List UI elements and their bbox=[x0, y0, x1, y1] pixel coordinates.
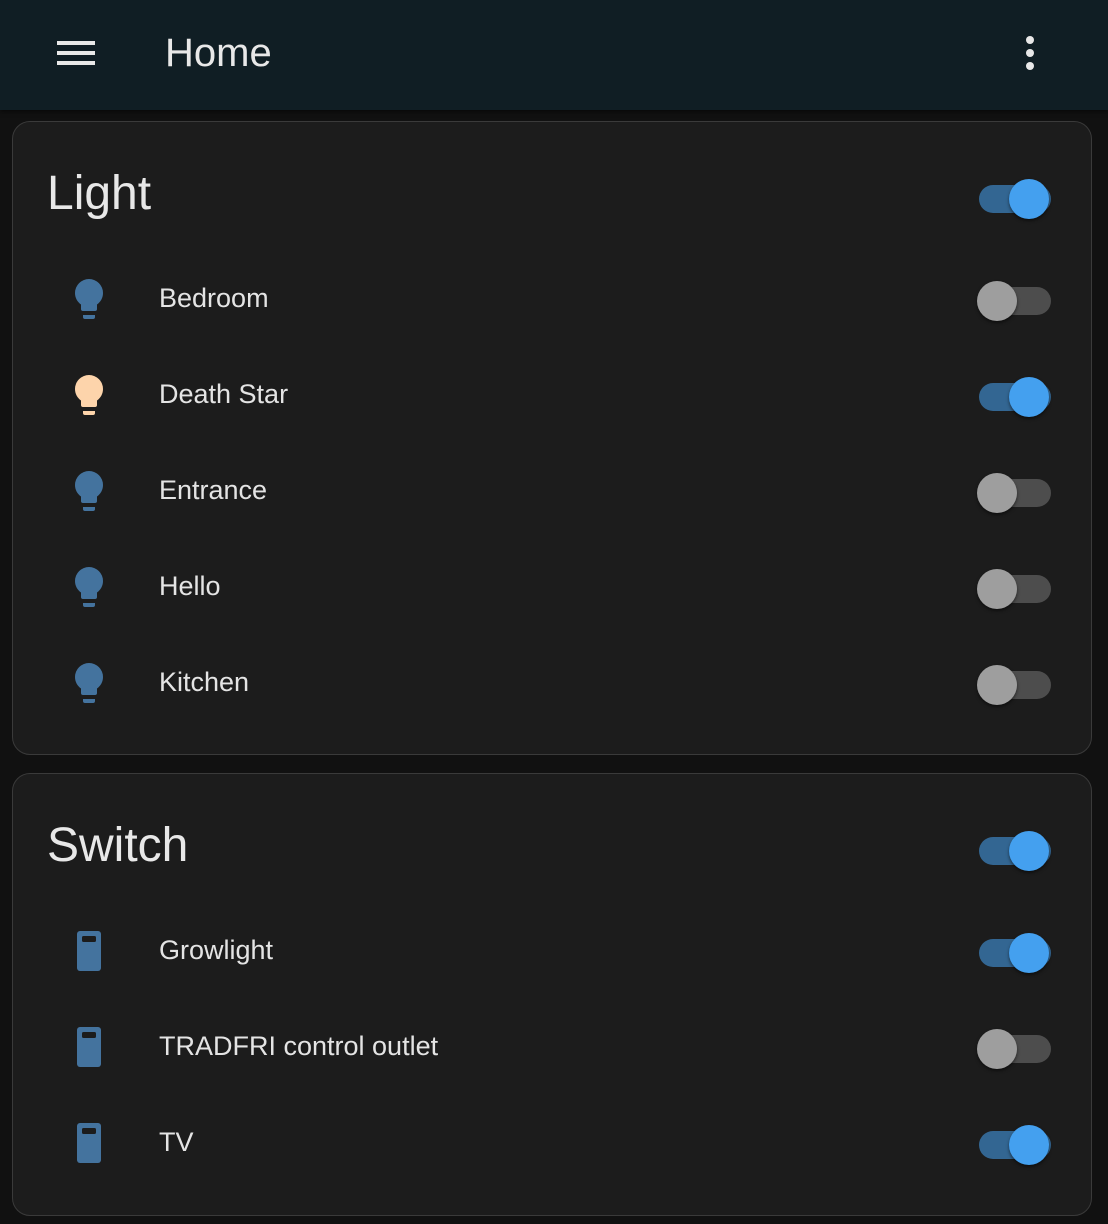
switch-outlet-icon[interactable] bbox=[65, 1023, 113, 1071]
card-title: Switch bbox=[47, 819, 189, 872]
toggle-thumb bbox=[1009, 179, 1049, 219]
light-card: Light Bedroom Death Star Entrance Hello … bbox=[12, 121, 1092, 755]
toggle-thumb bbox=[1009, 933, 1049, 973]
entity-name: Death Star bbox=[159, 379, 289, 409]
entity-row-kitchen: Kitchen bbox=[13, 635, 1091, 731]
more-vertical-icon[interactable] bbox=[998, 25, 1062, 81]
toggle-thumb bbox=[1009, 1125, 1049, 1165]
entity-row-death-star: Death Star bbox=[13, 347, 1091, 443]
entity-name: Entrance bbox=[159, 475, 268, 505]
entity-toggle[interactable] bbox=[977, 929, 1051, 973]
light-group-toggle[interactable] bbox=[977, 175, 1051, 219]
entity-row-tradfri-control-outlet: TRADFRI control outlet bbox=[13, 999, 1091, 1095]
entity-toggle[interactable] bbox=[977, 469, 1051, 513]
toggle-thumb bbox=[1009, 831, 1049, 871]
entity-name: Growlight bbox=[159, 935, 274, 965]
toggle-thumb bbox=[977, 569, 1017, 609]
entity-toggle[interactable] bbox=[977, 661, 1051, 705]
toggle-thumb bbox=[1009, 377, 1049, 417]
entity-row-entrance: Entrance bbox=[13, 443, 1091, 539]
toggle-thumb bbox=[977, 281, 1017, 321]
entity-name: TRADFRI control outlet bbox=[159, 1031, 439, 1061]
switch-outlet-icon[interactable] bbox=[65, 1119, 113, 1167]
lightbulb-icon[interactable] bbox=[65, 275, 113, 323]
toggle-thumb bbox=[977, 473, 1017, 513]
toggle-thumb bbox=[977, 1029, 1017, 1069]
switch-outlet-icon[interactable] bbox=[65, 927, 113, 975]
entity-row-hello: Hello bbox=[13, 539, 1091, 635]
switch-group-toggle[interactable] bbox=[977, 827, 1051, 871]
page-title: Home bbox=[165, 31, 272, 75]
entity-row-bedroom: Bedroom bbox=[13, 251, 1091, 347]
entity-name: Kitchen bbox=[159, 667, 250, 697]
lightbulb-icon[interactable] bbox=[65, 371, 113, 419]
hamburger-menu-icon[interactable] bbox=[44, 25, 108, 81]
entity-toggle[interactable] bbox=[977, 1121, 1051, 1165]
app-bar: Home bbox=[0, 0, 1108, 110]
entity-name: Bedroom bbox=[159, 283, 269, 313]
lightbulb-icon[interactable] bbox=[65, 467, 113, 515]
lightbulb-icon[interactable] bbox=[65, 659, 113, 707]
entity-row-tv: TV bbox=[13, 1095, 1091, 1191]
card-title: Light bbox=[47, 167, 152, 220]
entity-row-growlight: Growlight bbox=[13, 903, 1091, 999]
entity-toggle[interactable] bbox=[977, 1025, 1051, 1069]
entity-name: TV bbox=[159, 1127, 194, 1157]
entity-name: Hello bbox=[159, 571, 221, 601]
toggle-thumb bbox=[977, 665, 1017, 705]
entity-toggle[interactable] bbox=[977, 277, 1051, 321]
lightbulb-icon[interactable] bbox=[65, 563, 113, 611]
entity-toggle[interactable] bbox=[977, 373, 1051, 417]
switch-card: Switch Growlight TRADFRI control outlet … bbox=[12, 773, 1092, 1216]
entity-toggle[interactable] bbox=[977, 565, 1051, 609]
